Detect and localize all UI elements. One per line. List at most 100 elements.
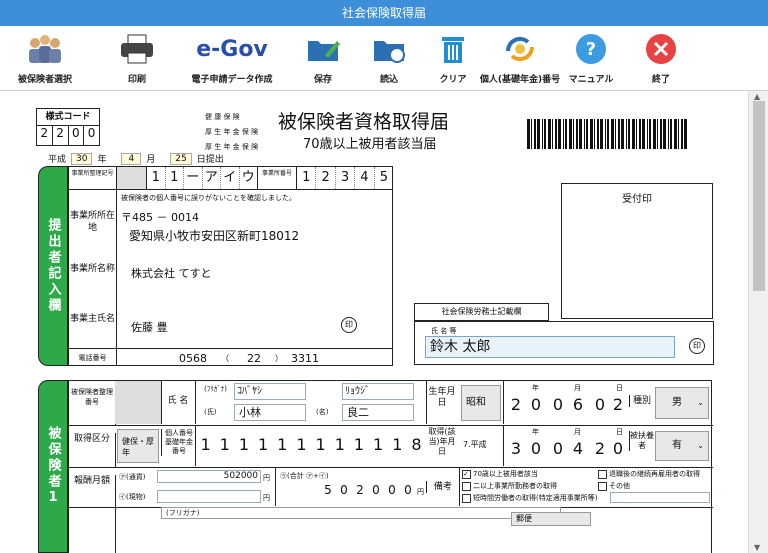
- insured-section: 被保険者整理番号 氏 名 (ﾌﾘｶﾞﾅ) (氏) (名) ｺﾊﾞﾔｼ ﾘｮｳｼﾞ…: [68, 380, 713, 553]
- total-digit[interactable]: 0: [368, 483, 384, 497]
- egov-button[interactable]: e-Gov 電子申請データ作成: [186, 32, 278, 86]
- labor-consultant-name-input[interactable]: 鈴木 太郎: [425, 336, 675, 358]
- id-digit[interactable]: 1: [369, 425, 388, 466]
- owner-seal: 印: [341, 317, 357, 333]
- total-digit[interactable]: 2: [352, 483, 368, 497]
- form-code-digit: 0: [69, 126, 85, 145]
- acq-digit[interactable]: 2: [592, 439, 608, 458]
- id-digit[interactable]: 1: [311, 425, 330, 466]
- form-code-digit: 2: [37, 126, 53, 145]
- total-digit[interactable]: 5: [320, 483, 336, 497]
- last-name-kana-input[interactable]: ｺﾊﾞﾔｼ: [234, 383, 306, 400]
- company-name[interactable]: 株式会社 てすと: [131, 265, 212, 281]
- birth-digit[interactable]: 0: [528, 395, 544, 414]
- print-button[interactable]: 印刷: [102, 32, 172, 85]
- form-title: 被保険者資格取得届: [278, 111, 450, 133]
- acq-digit[interactable]: 0: [610, 439, 626, 458]
- first-name-kana-input[interactable]: ﾘｮｳｼﾞ: [342, 383, 414, 400]
- office-code-char[interactable]: イ: [221, 167, 240, 189]
- check-other[interactable]: その他: [598, 481, 630, 491]
- insured-section-label: 被保険者1: [38, 380, 68, 553]
- salary-total: ㋒(合計 ㋐+㋑) 5 0 2 0 0 0 円: [275, 467, 426, 506]
- birth-digit[interactable]: 6: [570, 395, 586, 414]
- check-70-over[interactable]: ✓ 70歳以上被用者該当: [462, 469, 538, 479]
- address-furigana-input[interactable]: (フリガナ): [161, 507, 561, 519]
- id-digit[interactable]: 1: [254, 425, 273, 466]
- office-code-char[interactable]: 1: [147, 167, 166, 189]
- exit-button[interactable]: 終了: [626, 32, 696, 85]
- postal-code[interactable]: 〒485 － 0014: [121, 209, 199, 225]
- scroll-down-icon[interactable]: ▼: [754, 543, 760, 552]
- birth-digit[interactable]: 0: [592, 395, 608, 414]
- office-number-digit[interactable]: 1: [297, 167, 317, 189]
- office-number-digit[interactable]: 5: [375, 167, 393, 189]
- office-address[interactable]: 愛知県小牧市安田区新町18012: [129, 227, 299, 244]
- id-digit[interactable]: 1: [330, 425, 349, 466]
- form-sheet: 様式コード 2 2 0 0 健 康 保 険 厚 生 年 金 保 険 厚 生 年 …: [0, 91, 748, 553]
- form-code-digit: 0: [87, 126, 96, 140]
- id-digit[interactable]: 8: [407, 425, 426, 466]
- total-digit[interactable]: 0: [400, 483, 416, 497]
- birth-digit[interactable]: 2: [508, 395, 524, 414]
- checkbox-icon: [462, 493, 471, 503]
- help-icon: ?: [556, 32, 626, 66]
- last-name-input[interactable]: 小林: [234, 404, 306, 421]
- gender-select[interactable]: 男 ⌄: [655, 387, 709, 419]
- id-digit[interactable]: 1: [196, 425, 215, 466]
- date-month-input[interactable]: 4: [121, 152, 142, 165]
- owner-name[interactable]: 佐藤 豊: [131, 319, 168, 335]
- labor-consultant-label: 社会保険労務士記載欄: [414, 303, 549, 321]
- acq-digit[interactable]: 4: [570, 439, 586, 458]
- birth-era-select[interactable]: 昭和: [461, 385, 501, 421]
- office-code-char[interactable]: ー: [184, 167, 203, 189]
- date-day-input[interactable]: 25: [170, 152, 192, 165]
- office-code-char[interactable]: ア: [203, 167, 221, 189]
- scroll-up-icon[interactable]: ▲: [754, 92, 760, 101]
- id-digit[interactable]: 1: [349, 425, 368, 466]
- other-remarks-input[interactable]: [610, 492, 710, 503]
- acquisition-era[interactable]: 7.平成: [463, 439, 487, 450]
- office-code-char[interactable]: ウ: [240, 167, 258, 189]
- submit-date: 平成 30 年 4 月 25 日提出: [48, 152, 224, 165]
- dependent-select[interactable]: 有 ⌄: [655, 431, 709, 461]
- check-short-time[interactable]: 短時間労働者の取得(特定適用事業所等): [462, 493, 597, 503]
- person-number-button[interactable]: 個人(基礎年金)番号: [476, 32, 564, 85]
- acq-digit[interactable]: 0: [550, 439, 566, 458]
- salary-goods-input[interactable]: [157, 490, 261, 503]
- total-digit[interactable]: 0: [336, 483, 352, 497]
- office-code-char[interactable]: 1: [166, 167, 184, 189]
- svg-text:?: ?: [586, 39, 596, 60]
- office-number-digit[interactable]: 4: [355, 167, 375, 189]
- office-number-digit[interactable]: 3: [336, 167, 356, 189]
- address-type-select[interactable]: 郵便: [511, 512, 591, 526]
- phone-number[interactable]: 0568 （ 22 ） 3311: [117, 348, 393, 367]
- date-year-input[interactable]: 30: [71, 152, 93, 165]
- birth-digit[interactable]: 0: [550, 395, 566, 414]
- salary-currency-input[interactable]: 502000: [157, 470, 261, 483]
- manual-button[interactable]: ? マニュアル: [556, 32, 626, 85]
- save-button[interactable]: 保存: [288, 32, 358, 85]
- id-digit[interactable]: 1: [234, 425, 253, 466]
- id-digit[interactable]: 1: [388, 425, 407, 466]
- vertical-scrollbar[interactable]: ▲ ▼: [748, 91, 768, 553]
- id-digit[interactable]: 1: [273, 425, 292, 466]
- office-number-digit[interactable]: 2: [316, 167, 336, 189]
- total-digit[interactable]: 0: [384, 483, 400, 497]
- scrollbar-thumb[interactable]: [753, 101, 765, 291]
- first-name-input[interactable]: 良二: [342, 404, 414, 421]
- acquisition-type-select[interactable]: 健保・厚年: [117, 429, 159, 463]
- select-insured-button[interactable]: 被保険者選択: [10, 32, 80, 85]
- acq-digit[interactable]: 3: [508, 439, 524, 458]
- id-digit[interactable]: 1: [215, 425, 234, 466]
- acq-digit[interactable]: 0: [528, 439, 544, 458]
- form-code-box: 様式コード 2 2 0 0: [36, 108, 100, 146]
- barcode: [527, 119, 687, 149]
- birth-digit[interactable]: 2: [610, 395, 626, 414]
- check-rehire[interactable]: 退職後の継続再雇用者の取得: [598, 469, 700, 479]
- load-button[interactable]: 読込: [354, 32, 424, 85]
- printer-icon: [102, 32, 172, 66]
- check-multiple-offices[interactable]: 二以上事業所勤務者の取得: [462, 481, 557, 491]
- id-digit[interactable]: 1: [292, 425, 311, 466]
- consultant-seal: 印: [689, 338, 705, 354]
- person-number-icon: [476, 32, 564, 66]
